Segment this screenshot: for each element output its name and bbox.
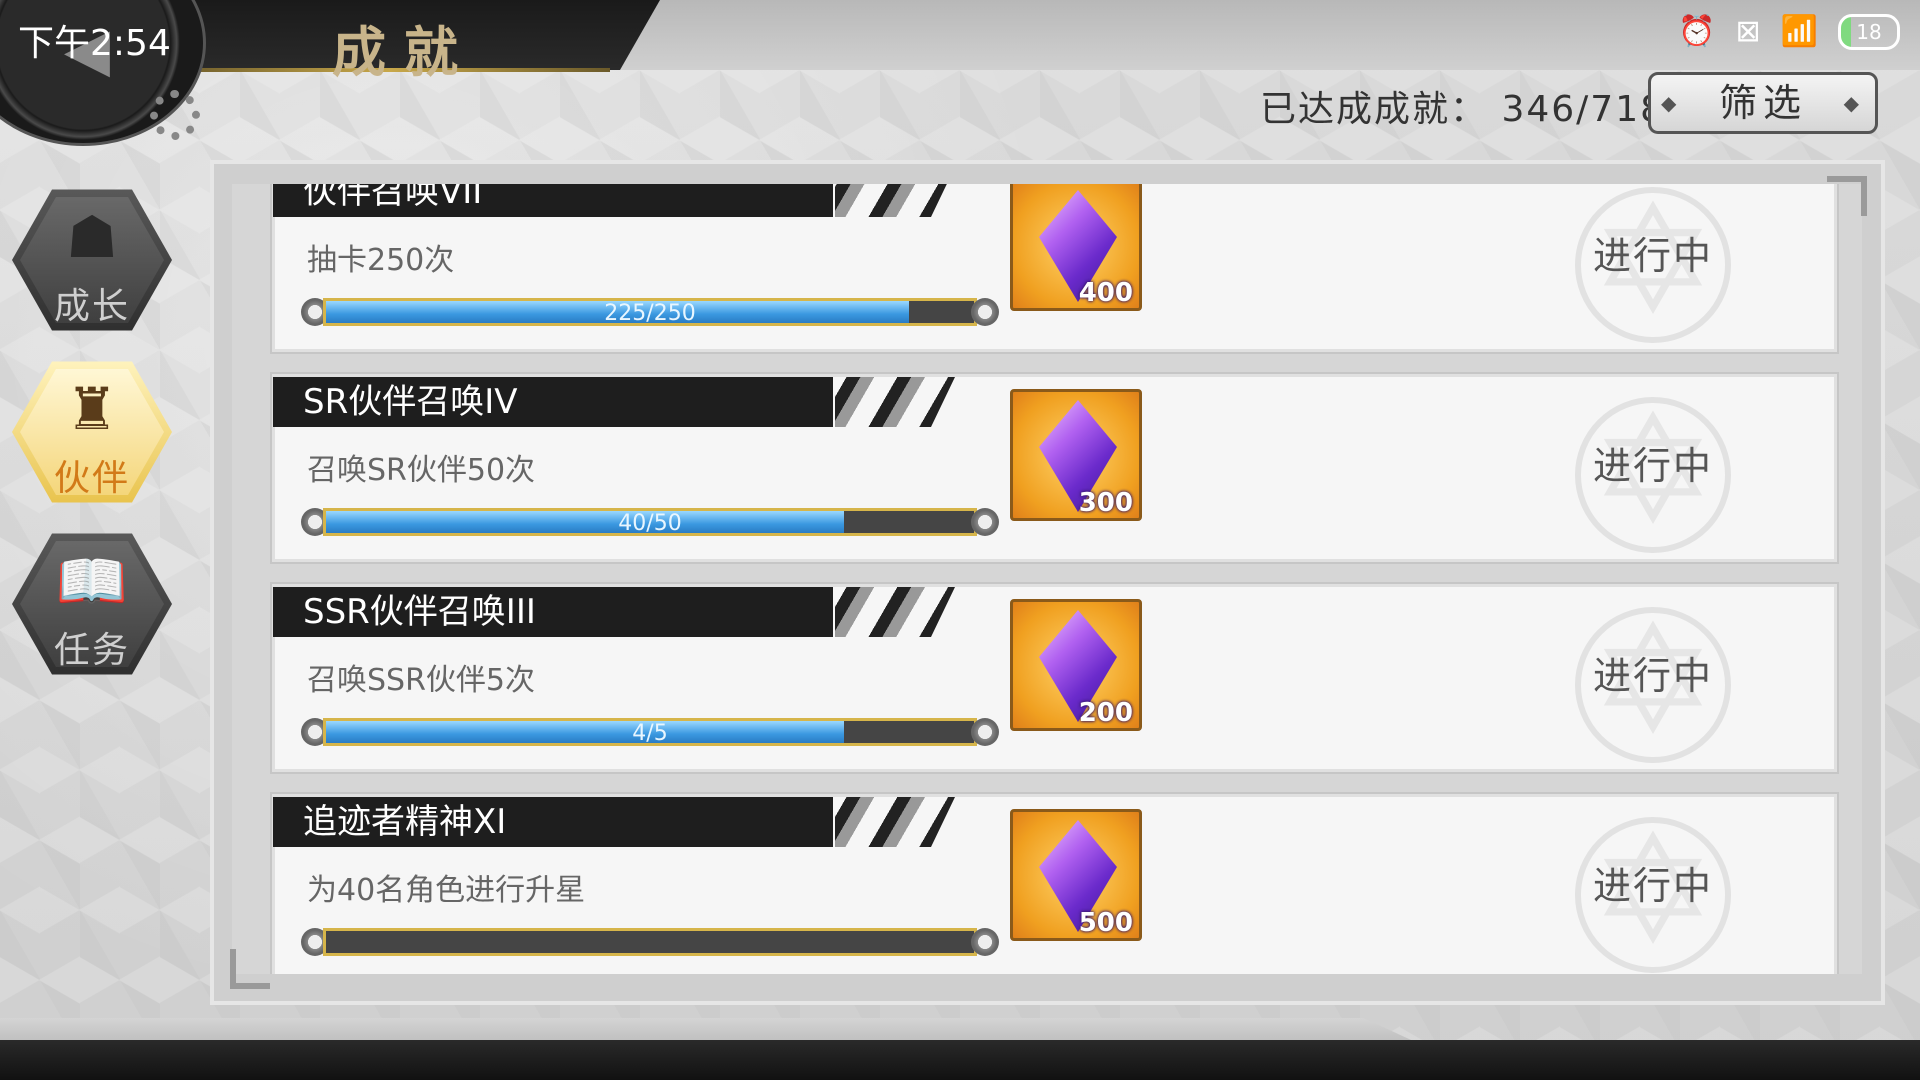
achievement-description: 抽卡250次 <box>307 243 455 278</box>
achievement-title: SR伙伴召唤IV <box>303 382 518 422</box>
achievement-title: 伙伴召唤VII <box>303 184 483 212</box>
progress-text: 4/5 <box>632 721 668 746</box>
progress-track <box>323 928 977 956</box>
achievement-card[interactable]: 追迹者精神XI 为40名角色进行升星 500 进行中 <box>272 794 1837 974</box>
progress-track: 225/250 <box>323 298 977 326</box>
title-stripes <box>835 587 955 637</box>
filter-button[interactable]: 筛选 <box>1648 72 1878 134</box>
title-stripes <box>835 184 955 217</box>
reward-quantity: 500 <box>1078 908 1133 938</box>
sidebar-item-companions[interactable]: ♜ 伙伴 <box>12 357 172 507</box>
reward-item[interactable]: 200 <box>1010 599 1142 731</box>
reward-item[interactable]: 300 <box>1010 389 1142 521</box>
battery-indicator: 18 <box>1838 14 1900 50</box>
title-stripes <box>835 797 955 847</box>
status-time: 下午2:54 <box>18 23 171 64</box>
reward-quantity: 400 <box>1078 278 1133 308</box>
achievement-title: 追迹者精神XI <box>303 802 507 842</box>
progress-bar: 225/250 <box>301 295 999 329</box>
corner-decoration <box>1827 176 1867 216</box>
achievement-progress-label: 已达成成就： <box>1260 89 1489 130</box>
bar-cap-right <box>971 718 999 746</box>
achievement-status: 进行中 <box>1592 654 1713 698</box>
bottom-bar <box>0 1040 1920 1080</box>
achievement-card[interactable]: 伙伴召唤VII 抽卡250次 225/250 400 进行中 <box>272 184 1837 352</box>
sidebar-item-label: 任务 <box>53 630 130 671</box>
companions-icon: ♜ <box>66 375 118 443</box>
page-title: 成就 <box>332 20 476 84</box>
achievement-description: 为40名角色进行升星 <box>307 873 586 908</box>
reward-quantity: 200 <box>1078 698 1133 728</box>
bar-cap-right <box>971 298 999 326</box>
gear-icon <box>150 90 200 140</box>
achievement-card[interactable]: SR伙伴召唤IV 召唤SR伙伴50次 40/50 300 进行 <box>272 374 1837 562</box>
progress-track: 40/50 <box>323 508 977 536</box>
sidebar-item-label: 伙伴 <box>53 458 130 499</box>
achievement-status: 进行中 <box>1592 864 1713 908</box>
achievement-status: 进行中 <box>1592 444 1713 488</box>
achievement-title: SSR伙伴召唤III <box>303 592 536 632</box>
sidebar-item-tasks[interactable]: 📖 任务 <box>12 529 172 679</box>
achievement-card[interactable]: SSR伙伴召唤III 召唤SSR伙伴5次 4/5 200 进行 <box>272 584 1837 772</box>
sidebar-item-growth[interactable]: ☗ 成长 <box>12 185 172 335</box>
wifi-icon: 📶 <box>1780 14 1818 49</box>
reward-item[interactable]: 500 <box>1010 809 1142 941</box>
achievement-list: 伙伴召唤VII 抽卡250次 225/250 400 进行中 <box>272 184 1837 974</box>
alarm-icon: ⏰ <box>1678 14 1716 49</box>
achievement-status: 进行中 <box>1592 234 1713 278</box>
book-flame-icon: 📖 <box>55 547 129 615</box>
card-title-bar: 追迹者精神XI <box>273 797 833 847</box>
progress-text: 40/50 <box>618 511 682 536</box>
achievement-description: 召唤SR伙伴50次 <box>307 453 536 488</box>
achievement-list-viewport[interactable]: 伙伴召唤VII 抽卡250次 225/250 400 进行中 <box>232 184 1862 974</box>
hooded-figure-icon: ☗ <box>66 203 118 271</box>
progress-bar: 40/50 <box>301 505 999 539</box>
sidebar-nav: ☗ 成长 ♜ 伙伴 📖 任务 <box>12 185 172 701</box>
achievement-panel: 伙伴召唤VII 抽卡250次 225/250 400 进行中 <box>210 160 1885 1005</box>
progress-track: 4/5 <box>323 718 977 746</box>
corner-decoration <box>230 949 270 989</box>
reward-quantity: 300 <box>1078 488 1133 518</box>
reward-item[interactable]: 400 <box>1010 184 1142 311</box>
status-icons: ⏰ ⊠ 📶 18 <box>1678 14 1900 50</box>
achievement-description: 召唤SSR伙伴5次 <box>307 663 536 698</box>
progress-bar <box>301 925 999 959</box>
card-title-bar: SSR伙伴召唤III <box>273 587 833 637</box>
notification-off-icon: ⊠ <box>1735 14 1761 49</box>
title-stripes <box>835 377 955 427</box>
sidebar-item-label: 成长 <box>53 286 130 327</box>
bar-cap-right <box>971 928 999 956</box>
card-title-bar: 伙伴召唤VII <box>273 184 833 217</box>
achievement-progress: 已达成成就： 346/718 <box>1260 80 1665 132</box>
progress-bar: 4/5 <box>301 715 999 749</box>
card-title-bar: SR伙伴召唤IV <box>273 377 833 427</box>
achievement-progress-value: 346/718 <box>1501 89 1666 130</box>
bar-cap-right <box>971 508 999 536</box>
progress-text: 225/250 <box>604 301 696 326</box>
